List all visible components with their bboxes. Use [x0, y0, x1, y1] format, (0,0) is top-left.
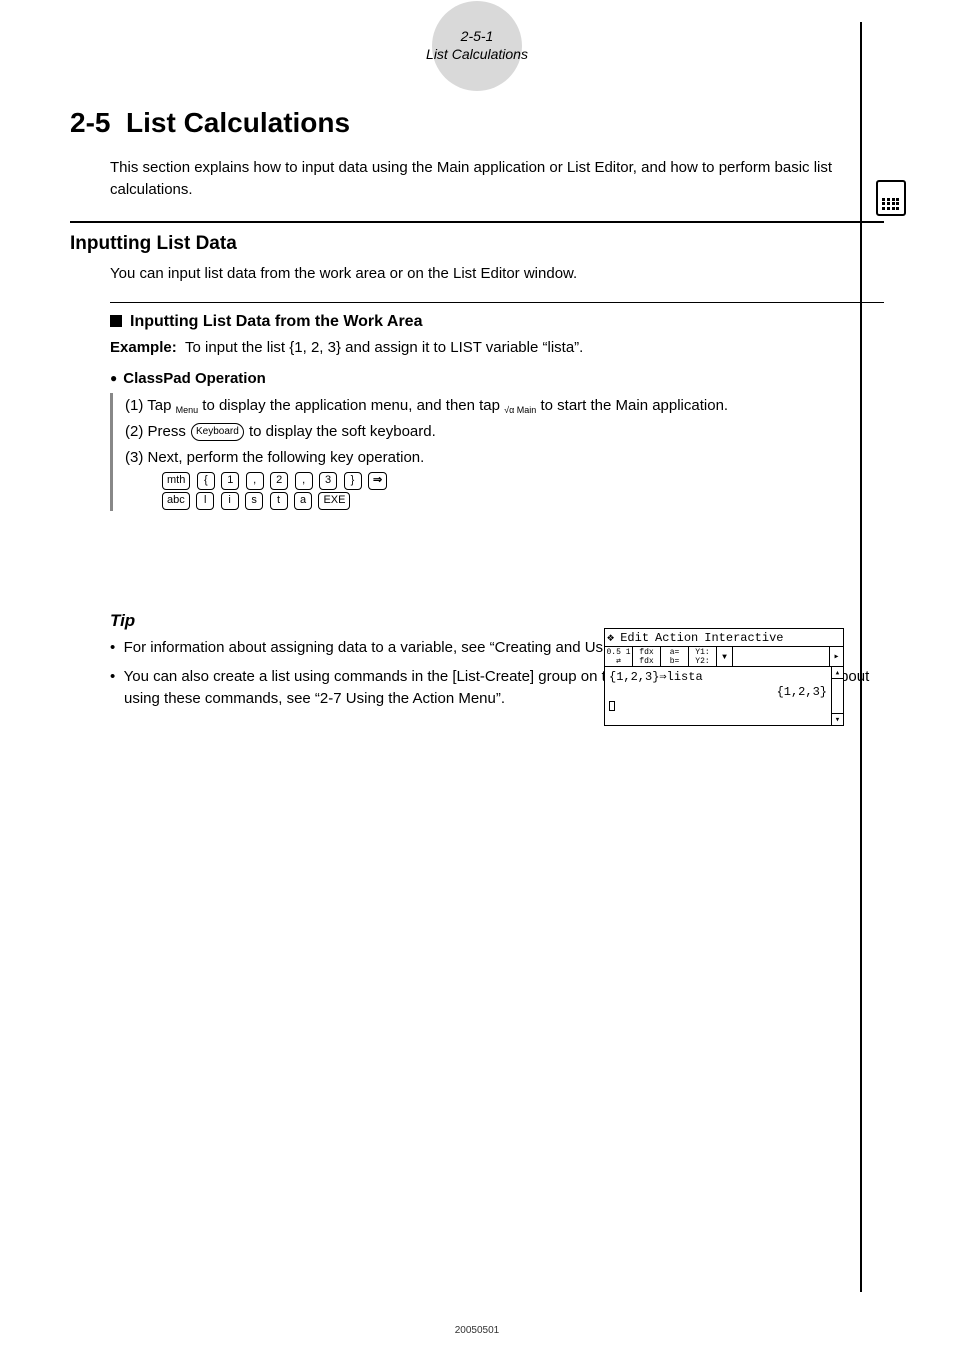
- app-icon: [876, 180, 906, 216]
- toolbar-scroll-right-icon: ▸: [829, 647, 843, 666]
- example-line: Example: To input the list {1, 2, 3} and…: [110, 339, 884, 356]
- exe-key: EXE: [318, 492, 350, 510]
- step-1: (1) Tap Menu to display the application …: [125, 393, 884, 419]
- operation-steps: (1) Tap Menu to display the application …: [110, 393, 884, 510]
- input-expression: {1,2,3}⇒lista: [609, 669, 829, 684]
- footer-date: 20050501: [0, 1325, 954, 1336]
- step-2: (2) Press Keyboard to display the soft k…: [125, 419, 884, 445]
- example-text: To input the list {1, 2, 3} and assign i…: [185, 339, 583, 356]
- softkey: {: [197, 472, 215, 490]
- screenshot-toolbar: 0.5 1⇄ fdxfdx a=b= Y1:Y2: ▼ ▸: [605, 647, 843, 667]
- section-title: 2-5 List Calculations: [70, 107, 884, 139]
- subsection-heading: Inputting List Data: [70, 233, 884, 255]
- keyboard-hardkey: Keyboard: [191, 423, 244, 441]
- square-bullet-icon: [110, 315, 122, 327]
- example-label: Example:: [110, 339, 177, 356]
- output-result: {1,2,3}: [777, 685, 827, 699]
- subsection-intro: You can input list data from the work ar…: [110, 263, 884, 285]
- header-label: List Calculations: [412, 46, 542, 64]
- softkey: mth: [162, 472, 190, 490]
- softkey: }: [344, 472, 362, 490]
- section-name: List Calculations: [126, 107, 350, 138]
- assign-key: ⇒: [368, 472, 387, 490]
- softkey: a: [294, 492, 312, 510]
- divider: [110, 302, 884, 303]
- scroll-down-icon: ▾: [832, 713, 843, 725]
- menu-interactive: Interactive: [704, 631, 783, 645]
- block-heading: Inputting List Data from the Work Area: [110, 313, 884, 331]
- classpad-operation-heading: ClassPad Operation: [110, 370, 884, 387]
- softkey: abc: [162, 492, 190, 510]
- step-3: (3) Next, perform the following key oper…: [125, 445, 884, 471]
- cursor-icon: [609, 701, 615, 711]
- key-sequence-row-2: abc l i s t a EXE: [161, 492, 884, 510]
- toolbar-button: 0.5 1⇄: [605, 647, 633, 666]
- softkey: t: [270, 492, 288, 510]
- softkey: i: [221, 492, 239, 510]
- softkey: s: [245, 492, 263, 510]
- header-page-number: 2-5-1: [412, 28, 542, 46]
- section-number: 2-5: [70, 107, 110, 138]
- toolbar-button: fdxfdx: [633, 647, 661, 666]
- softkey: 2: [270, 472, 288, 490]
- main-app-icon: √α Main: [504, 403, 536, 419]
- softkey: ,: [295, 472, 313, 490]
- screenshot-work-area: {1,2,3}⇒lista {1,2,3}: [605, 667, 843, 725]
- screenshot-scrollbar: ▴ ▾: [831, 667, 843, 725]
- screenshot-menubar: ❖ Edit Action Interactive: [605, 629, 843, 647]
- settings-menu-icon: ❖: [607, 630, 614, 645]
- scroll-up-icon: ▴: [832, 667, 843, 679]
- calculator-screenshot: ❖ Edit Action Interactive 0.5 1⇄ fdxfdx …: [604, 628, 844, 726]
- toolbar-button: Y1:Y2:: [689, 647, 717, 666]
- softkey: l: [196, 492, 214, 510]
- softkey: 3: [319, 472, 337, 490]
- toolbar-dropdown-icon: ▼: [717, 647, 733, 666]
- key-sequence-row-1: mth { 1 , 2 , 3 } ⇒: [161, 472, 884, 490]
- toolbar-button: a=b=: [661, 647, 689, 666]
- divider: [70, 221, 884, 223]
- menu-edit: Edit: [620, 631, 649, 645]
- menu-icon: Menu: [176, 403, 199, 419]
- intro-paragraph: This section explains how to input data …: [110, 157, 884, 201]
- softkey: 1: [221, 472, 239, 490]
- page-header-badge: 2-5-1 List Calculations: [412, 28, 542, 63]
- right-margin-rule: [860, 22, 862, 1292]
- menu-action: Action: [655, 631, 698, 645]
- softkey: ,: [246, 472, 264, 490]
